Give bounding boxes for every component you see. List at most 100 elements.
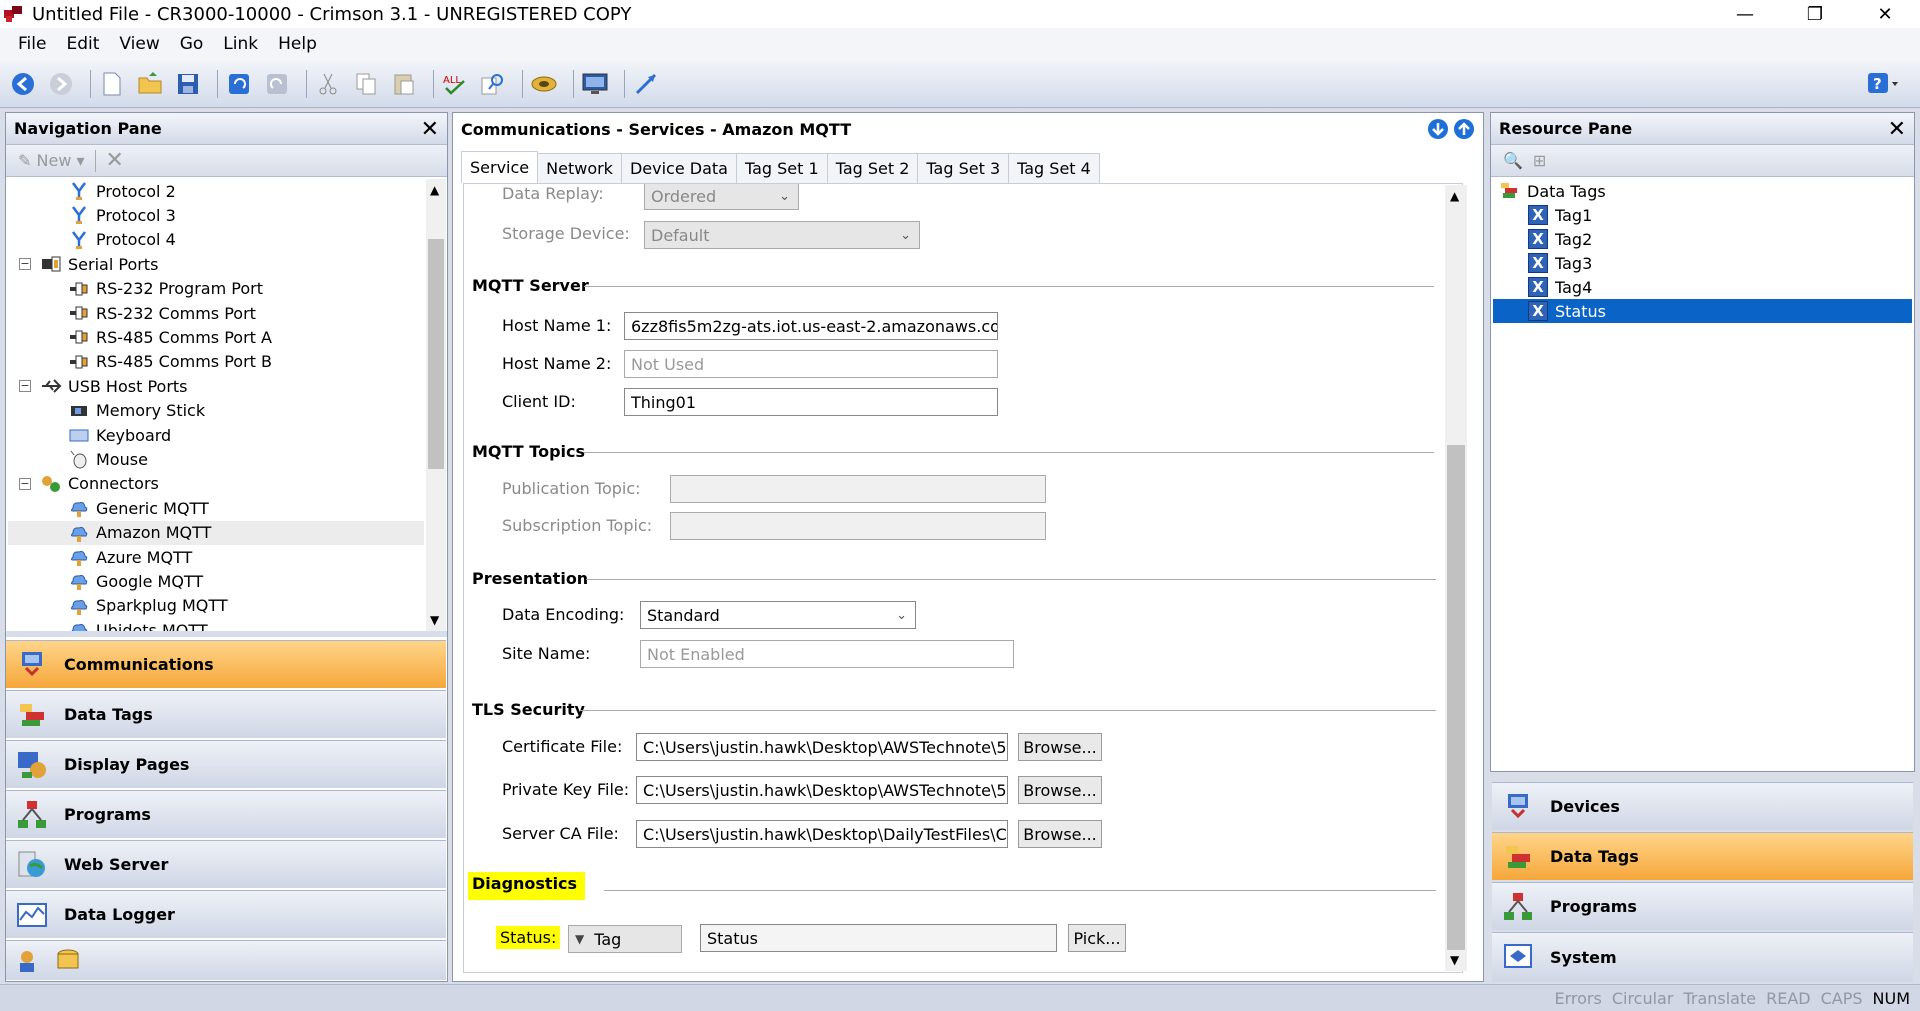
copy-icon[interactable] xyxy=(351,69,381,99)
scroll-up-icon[interactable]: ▲ xyxy=(430,183,439,197)
new-button[interactable]: ✎ New ▾ xyxy=(18,151,85,170)
spell-check-icon[interactable]: ALL xyxy=(440,69,470,99)
storage-device-select[interactable]: Default ⌄ xyxy=(644,221,920,249)
subscription-topic-field[interactable] xyxy=(670,512,1046,540)
monitor-icon[interactable] xyxy=(580,69,610,99)
browse-private-key-button[interactable]: Browse... xyxy=(1018,776,1102,804)
search-icon[interactable]: 🔍 xyxy=(1503,151,1523,170)
category-programs[interactable]: Programs xyxy=(6,790,446,838)
scroll-up-icon[interactable]: ▲ xyxy=(1450,189,1459,203)
category-web-server[interactable]: Web Server xyxy=(6,840,446,888)
tree-item[interactable]: Memory Stick xyxy=(68,399,205,423)
client-id-field[interactable]: Thing01 xyxy=(624,388,998,416)
close-icon[interactable]: ✕ xyxy=(421,117,439,142)
tree-item[interactable]: Azure MQTT xyxy=(68,545,192,569)
pane-splitter[interactable] xyxy=(6,631,447,637)
resource-category-programs[interactable]: Programs xyxy=(1492,882,1913,930)
paste-icon[interactable] xyxy=(389,69,419,99)
tag-item-tag1[interactable]: X Tag1 xyxy=(1527,203,1592,227)
menu-file[interactable]: File xyxy=(8,34,56,54)
tab-service[interactable]: Service xyxy=(461,151,539,183)
scrollbar-thumb[interactable] xyxy=(428,239,444,469)
private-key-file-field[interactable]: C:\Users\justin.hawk\Desktop\AWSTechnote… xyxy=(636,776,1008,804)
tab-tag-set-1[interactable]: Tag Set 1 xyxy=(735,153,828,183)
browse-certificate-button[interactable]: Browse... xyxy=(1018,733,1102,761)
category-communications[interactable]: Communications xyxy=(6,640,446,688)
certificate-file-field[interactable]: C:\Users\justin.hawk\Desktop\AWSTechnote… xyxy=(636,733,1008,761)
category-data-logger[interactable]: Data Logger xyxy=(6,890,446,938)
tree-view-icon[interactable]: ⊞ xyxy=(1533,151,1546,170)
publication-topic-field[interactable] xyxy=(670,475,1046,503)
tree-item[interactable]: Mouse xyxy=(68,447,148,471)
save-icon[interactable] xyxy=(173,69,203,99)
delete-icon[interactable]: ✕ xyxy=(106,148,124,173)
tree-item[interactable]: Google MQTT xyxy=(68,569,203,593)
send-icon[interactable] xyxy=(631,69,661,99)
tree-item[interactable]: Generic MQTT xyxy=(68,496,209,520)
browse-server-ca-button[interactable]: Browse... xyxy=(1018,820,1102,848)
tab-tag-set-2[interactable]: Tag Set 2 xyxy=(826,153,919,183)
open-folder-icon[interactable] xyxy=(135,69,165,99)
menu-edit[interactable]: Edit xyxy=(56,34,109,54)
tree-item[interactable]: Connectors xyxy=(40,472,159,496)
tree-item[interactable]: Protocol 3 xyxy=(68,203,176,227)
tab-tag-set-3[interactable]: Tag Set 3 xyxy=(917,153,1010,183)
collapse-icon[interactable]: − xyxy=(19,258,31,271)
close-window-button[interactable]: ✕ xyxy=(1850,0,1920,28)
status-type-select[interactable]: ▼ Tag xyxy=(568,925,682,953)
category-display-pages[interactable]: Display Pages xyxy=(6,740,446,788)
resource-category-devices[interactable]: Devices xyxy=(1492,782,1913,830)
find-icon[interactable] xyxy=(478,69,508,99)
minimize-button[interactable]: — xyxy=(1710,0,1780,28)
tag-item-tag3[interactable]: X Tag3 xyxy=(1527,251,1592,275)
maximize-button[interactable]: ❐ xyxy=(1780,0,1850,28)
forward-icon[interactable] xyxy=(46,69,76,99)
resource-category-system[interactable]: System xyxy=(1492,932,1913,982)
data-encoding-select[interactable]: Standard ⌄ xyxy=(640,601,916,629)
security-icon[interactable] xyxy=(16,947,44,975)
help-icon[interactable]: ? xyxy=(1866,69,1902,99)
host-name-1-field[interactable]: 6zz8fis5m2zg-ats.iot.us-east-2.amazonaws… xyxy=(624,312,998,340)
tag-item-status[interactable]: X Status xyxy=(1527,299,1606,323)
tree-item[interactable]: RS-232 Comms Port xyxy=(68,301,256,325)
tree-item[interactable]: USB Host Ports xyxy=(40,374,188,398)
close-icon[interactable]: ✕ xyxy=(1888,117,1906,142)
menu-link[interactable]: Link xyxy=(213,34,268,54)
tab-tag-set-4[interactable]: Tag Set 4 xyxy=(1008,153,1100,183)
navigate-up-icon[interactable] xyxy=(1453,118,1475,140)
tree-item[interactable]: RS-485 Comms Port B xyxy=(68,350,272,374)
server-ca-file-field[interactable]: C:\Users\justin.hawk\Desktop\DailyTestFi… xyxy=(636,820,1008,848)
category-data-tags[interactable]: Data Tags xyxy=(6,690,446,738)
cut-icon[interactable] xyxy=(313,69,343,99)
site-name-field[interactable]: Not Enabled xyxy=(640,640,1014,668)
data-replay-select[interactable]: Ordered ⌄ xyxy=(644,184,799,210)
collapse-icon[interactable]: − xyxy=(19,380,31,393)
new-file-icon[interactable] xyxy=(97,69,127,99)
navigation-tree-scrollbar[interactable]: ▲ ▼ xyxy=(426,179,446,631)
host-name-2-field[interactable]: Not Used xyxy=(624,350,998,378)
tree-item[interactable]: Serial Ports xyxy=(40,252,158,276)
menu-view[interactable]: View xyxy=(109,34,169,54)
tab-device-data[interactable]: Device Data xyxy=(620,153,737,183)
tag-item-tag2[interactable]: X Tag2 xyxy=(1527,227,1592,251)
tree-item[interactable]: Amazon MQTT xyxy=(68,521,211,545)
menu-go[interactable]: Go xyxy=(170,34,214,54)
scrollbar-thumb[interactable] xyxy=(1447,445,1465,950)
tree-item[interactable]: Ubidots MQTT xyxy=(68,618,208,631)
data-tags-root[interactable]: Data Tags xyxy=(1499,179,1606,203)
tree-item[interactable]: Protocol 4 xyxy=(68,228,176,252)
undo-icon[interactable] xyxy=(224,69,254,99)
collapse-icon[interactable]: − xyxy=(19,477,31,490)
scroll-down-icon[interactable]: ▼ xyxy=(1450,953,1459,967)
editor-scrollbar[interactable]: ▲ ▼ xyxy=(1445,185,1467,971)
menu-help[interactable]: Help xyxy=(268,34,327,54)
tree-item[interactable]: RS-485 Comms Port A xyxy=(68,325,272,349)
tree-item[interactable]: Sparkplug MQTT xyxy=(68,594,228,618)
link-icon[interactable] xyxy=(529,69,559,99)
tree-item[interactable]: Keyboard xyxy=(68,423,171,447)
status-tag-field[interactable]: Status xyxy=(700,924,1057,952)
scroll-down-icon[interactable]: ▼ xyxy=(430,613,439,627)
back-icon[interactable] xyxy=(8,69,38,99)
tag-item-tag4[interactable]: X Tag4 xyxy=(1527,275,1592,299)
navigate-down-icon[interactable] xyxy=(1427,118,1449,140)
